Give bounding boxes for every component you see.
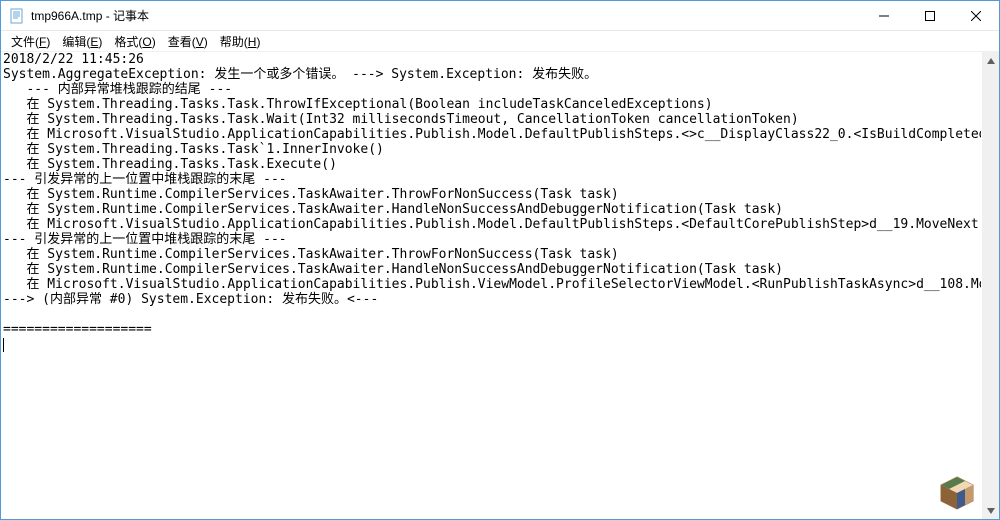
app-icon [9, 8, 25, 24]
window-title: tmp966A.tmp - 记事本 [31, 7, 861, 24]
scroll-track[interactable] [982, 69, 999, 502]
vertical-scrollbar[interactable] [982, 52, 999, 519]
menu-help[interactable]: 帮助(H) [214, 31, 267, 52]
menu-file[interactable]: 文件(F) [5, 31, 56, 52]
window-controls [861, 1, 999, 30]
scroll-up-arrow[interactable] [982, 52, 999, 69]
editor-area: 2018/2/22 11:45:26 System.AggregateExcep… [1, 52, 999, 519]
minimize-button[interactable] [861, 1, 907, 30]
text-content[interactable]: 2018/2/22 11:45:26 System.AggregateExcep… [3, 52, 981, 519]
text-caret [3, 338, 4, 352]
menu-view[interactable]: 查看(V) [162, 31, 214, 52]
overlay-cube-icon [937, 473, 977, 513]
menu-bar: 文件(F) 编辑(E) 格式(O) 查看(V) 帮助(H) [1, 31, 999, 52]
maximize-button[interactable] [907, 1, 953, 30]
close-button[interactable] [953, 1, 999, 30]
title-bar[interactable]: tmp966A.tmp - 记事本 [1, 1, 999, 31]
notepad-window: tmp966A.tmp - 记事本 文件(F) 编辑(E) 格式(O) 查看(V… [0, 0, 1000, 520]
menu-edit[interactable]: 编辑(E) [56, 31, 108, 52]
scroll-down-arrow[interactable] [982, 502, 999, 519]
menu-format[interactable]: 格式(O) [108, 31, 161, 52]
